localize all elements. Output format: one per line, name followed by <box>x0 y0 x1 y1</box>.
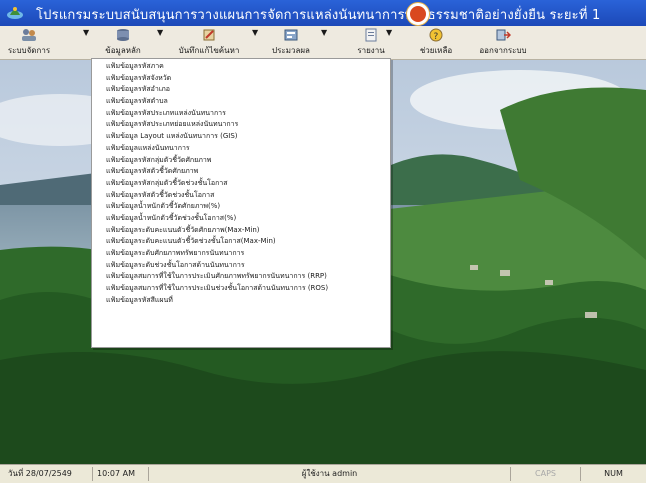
toolbar-system-button[interactable]: ระบบจัดการ <box>6 28 52 58</box>
menu-item-recreation-layout-gis[interactable]: แฟ้มข้อมูล Layout แหล่งนันทนาการ (GIS) <box>92 131 390 143</box>
report-icon <box>365 28 377 42</box>
toolbar-exit-button[interactable]: ออกจากระบบ <box>468 28 538 58</box>
toolbar-label: ช่วยเหลือ <box>419 46 453 55</box>
edit-search-icon <box>203 29 215 41</box>
main-toolbar: ระบบจัดการ ▼ ข้อมูลหลัก ▼ บันทึกแก้ไขค้น… <box>0 26 646 60</box>
menu-item-resource-potential-level[interactable]: แฟ้มข้อมูลระดับศักยภาพทรัพยากรนันทนาการ <box>92 248 390 260</box>
menu-item-opportunity-indicator-group[interactable]: แฟ้มข้อมูลรหัสกลุ่มตัวชี้วัดช่วงชั้นโอกา… <box>92 178 390 190</box>
app-icon <box>7 7 23 19</box>
status-time: 10:07 AM <box>92 467 148 481</box>
toolbar-label: ออกจากระบบ <box>479 46 527 55</box>
menu-item-potential-indicator-group[interactable]: แฟ้มข้อมูลรหัสกลุ่มตัวชี้วัดศักยภาพ <box>92 155 390 167</box>
chevron-down-icon[interactable]: ▼ <box>321 28 327 58</box>
menu-item-potential-score-level[interactable]: แฟ้มข้อมูลระดับคะแนนตัวชี้วัดศักยภาพ(Max… <box>92 225 390 237</box>
toolbar-help-button[interactable]: ? ช่วยเหลือ <box>410 28 462 58</box>
users-icon <box>22 29 36 41</box>
emblem-icon <box>406 2 430 26</box>
toolbar-master-data-button[interactable]: ข้อมูลหลัก <box>96 28 150 58</box>
menu-item-map-color-code[interactable]: แฟ้มข้อมูลรหัสสีแผนที่ <box>92 295 390 307</box>
toolbar-label: ระบบจัดการ <box>7 46 51 55</box>
toolbar-process-button[interactable]: ประมวลผล <box>264 28 318 58</box>
menu-item-recreation-sites[interactable]: แฟ้มข้อมูลแหล่งนันทนาการ <box>92 143 390 155</box>
menu-item-province-code[interactable]: แฟ้มข้อมูลรหัสจังหวัด <box>92 73 390 85</box>
svg-text:?: ? <box>434 32 439 42</box>
exit-icon <box>496 29 511 41</box>
menu-item-rrp-equation[interactable]: แฟ้มข้อมูลสมการที่ใช้ในการประเมินศักยภาพ… <box>92 271 390 283</box>
status-user: ผู้ใช้งาน admin <box>148 467 510 481</box>
menu-item-opportunity-score-level[interactable]: แฟ้มข้อมูลระดับคะแนนตัวชี้วัดช่วงชั้นโอก… <box>92 236 390 248</box>
menu-item-potential-indicator[interactable]: แฟ้มข้อมูลรหัสตัวชี้วัดศักยภาพ <box>92 166 390 178</box>
menu-item-opportunity-spectrum-level[interactable]: แฟ้มข้อมูลระดับช่วงชั้นโอกาสด้านนันทนากา… <box>92 260 390 272</box>
status-caps-lock: CAPS <box>510 467 580 481</box>
chevron-down-icon[interactable]: ▼ <box>252 28 258 58</box>
toolbar-label: ประมวลผล <box>272 46 310 55</box>
status-num-lock: NUM <box>580 467 646 481</box>
chevron-down-icon[interactable]: ▼ <box>386 28 392 58</box>
database-icon <box>117 29 129 41</box>
menu-item-subdistrict-code[interactable]: แฟ้มข้อมูลรหัสตำบล <box>92 96 390 108</box>
toolbar-label: ข้อมูลหลัก <box>105 46 141 55</box>
menu-item-recreation-type-code[interactable]: แฟ้มข้อมูลรหัสประเภทแหล่งนันทนาการ <box>92 108 390 120</box>
menu-item-recreation-subtype-code[interactable]: แฟ้มข้อมูลรหัสประเภทย่อยแหล่งนันทนาการ <box>92 119 390 131</box>
status-date: วันที่ 28/07/2549 <box>8 469 72 478</box>
menu-item-opportunity-weight[interactable]: แฟ้มข้อมูลน้ำหนักตัวชี้วัดช่วงชั้นโอกาส(… <box>92 213 390 225</box>
window-title: โปรแกรมระบบสนับสนุนการวางแผนการจัดการแหล… <box>36 8 601 23</box>
process-icon <box>284 29 298 41</box>
toolbar-label: บันทึกแก้ไขค้นหา <box>178 46 240 55</box>
toolbar-edit-search-button[interactable]: บันทึกแก้ไขค้นหา <box>174 28 244 58</box>
master-data-dropdown-menu: แฟ้มข้อมูลรหัสภาค แฟ้มข้อมูลรหัสจังหวัด … <box>91 58 391 348</box>
menu-item-opportunity-indicator[interactable]: แฟ้มข้อมูลรหัสตัวชี้วัดช่วงชั้นโอกาส <box>92 190 390 202</box>
chevron-down-icon[interactable]: ▼ <box>157 28 163 58</box>
menu-item-ros-equation[interactable]: แฟ้มข้อมูลสมการที่ใช้ในการประเมินช่วงชั้… <box>92 283 390 295</box>
chevron-down-icon[interactable]: ▼ <box>83 28 89 58</box>
status-bar: วันที่ 28/07/2549 10:07 AM ผู้ใช้งาน adm… <box>0 464 646 483</box>
menu-item-region-code[interactable]: แฟ้มข้อมูลรหัสภาค <box>92 61 390 73</box>
title-bar: โปรแกรมระบบสนับสนุนการวางแผนการจัดการแหล… <box>0 0 646 26</box>
menu-item-district-code[interactable]: แฟ้มข้อมูลรหัสอำเภอ <box>92 84 390 96</box>
help-icon: ? <box>429 28 443 42</box>
menu-item-potential-weight[interactable]: แฟ้มข้อมูลน้ำหนักตัวชี้วัดศักยภาพ(%) <box>92 201 390 213</box>
